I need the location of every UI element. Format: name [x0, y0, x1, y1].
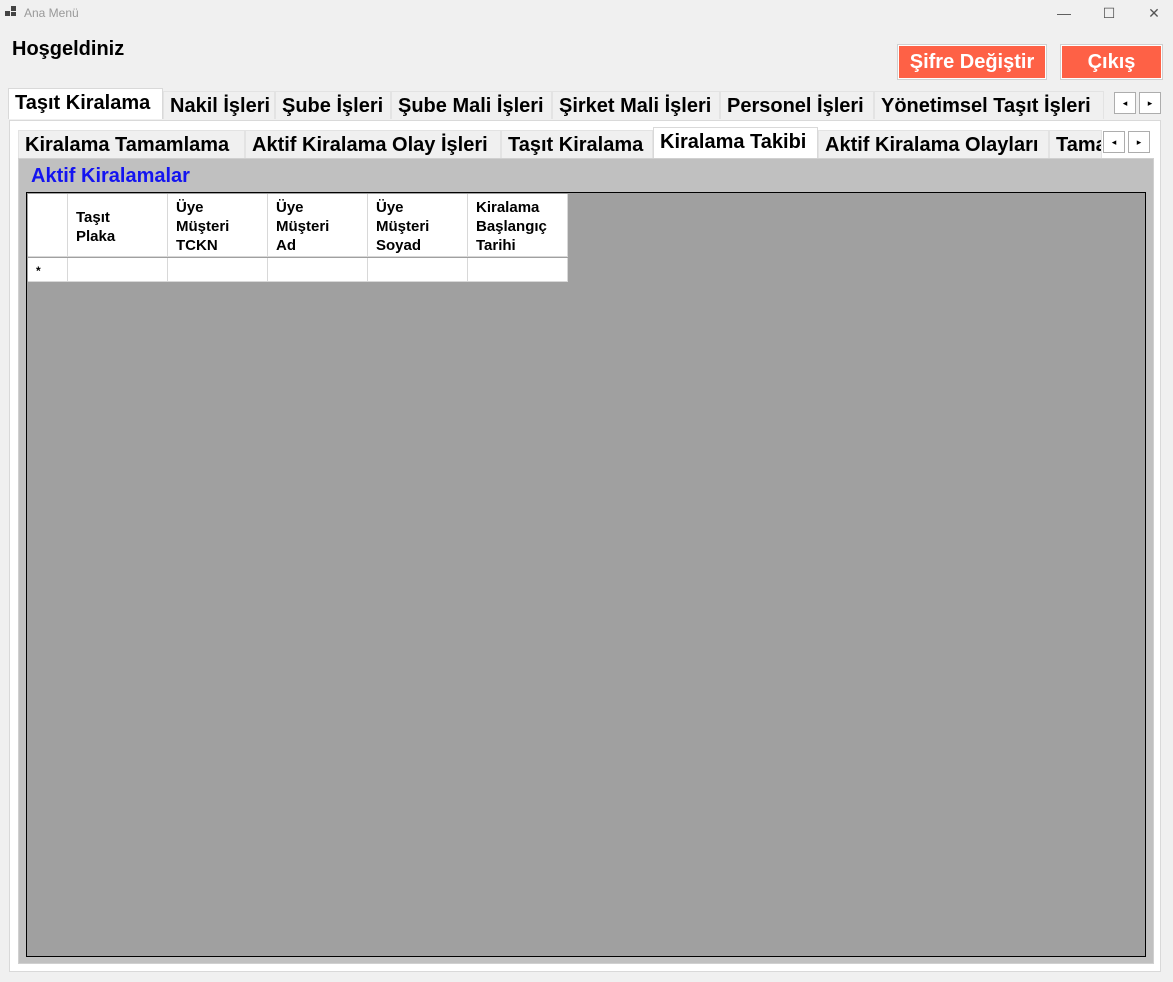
column-header-line: Kiralama [476, 199, 540, 216]
grid-cell-ad[interactable] [268, 258, 368, 282]
column-header-line: Tarihi [476, 237, 516, 254]
subtab-tamamlanan[interactable]: Tama [1049, 130, 1102, 158]
tab-tasit-kiralama[interactable]: Taşıt Kiralama [8, 88, 163, 119]
main-tabs-scroll-left-button[interactable]: ◂ [1114, 92, 1136, 114]
grid-cell-plaka[interactable] [68, 258, 168, 282]
app-icon [5, 6, 16, 16]
column-header-line: Taşıt [76, 209, 110, 226]
grid-cell-soyad[interactable] [368, 258, 468, 282]
close-button[interactable]: ✕ [1131, 0, 1173, 26]
column-header-line: Müşteri [176, 218, 230, 235]
column-header-line: Müşteri [376, 218, 430, 235]
tab-personel-isleri[interactable]: Personel İşleri [720, 91, 874, 119]
column-header-line: Ad [276, 237, 296, 254]
tab-sube-mali-isleri[interactable]: Şube Mali İşleri [391, 91, 552, 119]
main-tabs-scroll-right-button[interactable]: ▸ [1139, 92, 1161, 114]
exit-button[interactable]: Çıkış [1060, 44, 1163, 80]
window-title: Ana Menü [24, 6, 79, 20]
subtab-aktif-kiralama-olaylari[interactable]: Aktif Kiralama Olayları [818, 130, 1049, 158]
minimize-button[interactable]: — [1041, 0, 1087, 26]
section-title: Aktif Kiralamalar [31, 165, 190, 187]
column-header-baslangic-tarihi[interactable]: Kiralama Başlangıç Tarihi [468, 194, 568, 257]
active-rentals-grid[interactable] [26, 192, 1146, 957]
greeting-label: Hoşgeldiniz [12, 38, 125, 60]
main-tab-strip: Taşıt Kiralama Nakil İşleri Şube İşleri … [8, 88, 1108, 120]
subtab-kiralama-takibi[interactable]: Kiralama Takibi [653, 127, 818, 158]
sub-tab-strip: Kiralama Tamamlama Aktif Kiralama Olay İ… [18, 127, 1102, 159]
grid-cell-tckn[interactable] [168, 258, 268, 282]
column-header-soyad[interactable]: Üye Müşteri Soyad [368, 194, 468, 257]
column-header-line: Başlangıç [476, 218, 547, 235]
column-header-line: Soyad [376, 237, 422, 254]
new-row-header[interactable]: * [28, 258, 68, 282]
column-header-line: Müşteri [276, 218, 330, 235]
column-header-line: Üye [176, 199, 204, 216]
sub-tabs-scroll-left-button[interactable]: ◂ [1103, 131, 1125, 153]
maximize-button[interactable]: ☐ [1086, 0, 1132, 26]
subtab-tasit-kiralama[interactable]: Taşıt Kiralama [501, 130, 653, 158]
tab-yonetimsel-tasit-isleri[interactable]: Yönetimsel Taşıt İşleri [874, 91, 1104, 119]
sub-tabs-scroll-right-button[interactable]: ▸ [1128, 131, 1150, 153]
subtab-aktif-kiralama-olay-isleri[interactable]: Aktif Kiralama Olay İşleri [245, 130, 501, 158]
row-header-corner [28, 194, 68, 257]
grid-cell-baslangic-tarihi[interactable] [468, 258, 568, 282]
tab-sirket-mali-isleri[interactable]: Şirket Mali İşleri [552, 91, 720, 119]
column-header-plaka[interactable]: Taşıt Plaka [68, 194, 168, 257]
column-header-line: Üye [376, 199, 404, 216]
tab-sube-isleri[interactable]: Şube İşleri [275, 91, 391, 119]
column-header-line: TCKN [176, 237, 218, 254]
column-header-ad[interactable]: Üye Müşteri Ad [268, 194, 368, 257]
tab-nakil-isleri[interactable]: Nakil İşleri [163, 91, 275, 119]
column-header-line: Plaka [76, 228, 116, 245]
column-header-line: Üye [276, 199, 304, 216]
change-password-button[interactable]: Şifre Değiştir [897, 44, 1047, 80]
column-header-tckn[interactable]: Üye Müşteri TCKN [168, 194, 268, 257]
subtab-kiralama-tamamlama[interactable]: Kiralama Tamamlama [18, 130, 245, 158]
title-bar: Ana Menü — ☐ ✕ [0, 0, 1173, 26]
